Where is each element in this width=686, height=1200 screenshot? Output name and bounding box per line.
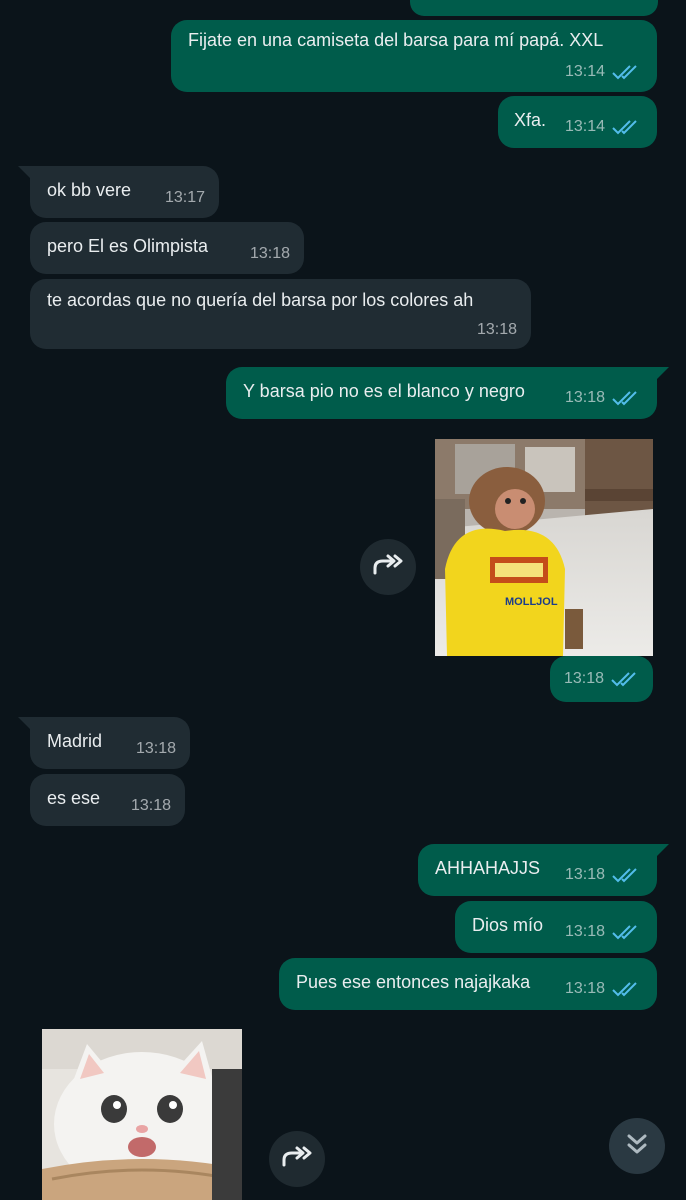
message-time: 13:18 — [563, 670, 604, 687]
message-outgoing[interactable]: Pues ese entonces najajkaka 13:18 — [279, 958, 657, 1010]
message-time: 13:18 — [130, 797, 171, 814]
message-outgoing[interactable]: Fijate en una camiseta del barsa para mí… — [171, 20, 657, 92]
message-text: te acordas que no quería del barsa por l… — [47, 290, 474, 310]
bubble-tail — [655, 844, 669, 858]
message-outgoing[interactable]: Y barsa pio no es el blanco y negro 13:1… — [226, 367, 657, 419]
message-time: 13:18 — [564, 389, 605, 406]
message-time: 13:18 — [249, 245, 290, 262]
message-text: pero El es Olimpista — [47, 236, 209, 256]
message-time: 13:14 — [564, 118, 605, 135]
message-outgoing[interactable]: Dios mío 13:18 — [455, 901, 657, 953]
message-text: ok bb vere — [47, 180, 132, 200]
message-time: 13:14 — [564, 63, 605, 80]
message-time: 13:18 — [564, 866, 605, 883]
forward-button[interactable] — [360, 539, 416, 595]
message-meta: 13:18 — [565, 864, 641, 886]
message-incoming[interactable]: pero El es Olimpista 13:18 — [30, 222, 304, 274]
message-meta: 13:18 — [565, 921, 641, 943]
double-check-icon — [611, 980, 641, 998]
media-meta-bubble[interactable]: 13:18 — [550, 656, 653, 702]
forward-icon — [280, 1145, 314, 1174]
message-text: es ese — [47, 788, 101, 808]
message-outgoing[interactable]: AHHAHAJJS 13:18 — [418, 844, 657, 896]
double-check-icon — [611, 63, 641, 81]
sticker-image-monkey[interactable]: MOLLJOL — [435, 439, 653, 656]
message-text: AHHAHAJJS — [435, 858, 541, 878]
message-incoming[interactable]: ok bb vere 13:17 — [30, 166, 219, 218]
message-text: Pues ese entonces najajkaka — [296, 972, 531, 992]
message-text: Xfa. — [514, 110, 547, 130]
message-text: Madrid — [47, 731, 103, 751]
message-incoming[interactable]: es ese 13:18 — [30, 774, 185, 826]
message-incoming[interactable]: te acordas que no quería del barsa por l… — [30, 279, 531, 349]
svg-text:MOLLJOL: MOLLJOL — [505, 596, 558, 608]
message-incoming[interactable]: Madrid 13:18 — [30, 717, 190, 769]
double-check-icon — [611, 866, 641, 884]
double-check-icon — [610, 670, 640, 688]
forward-button[interactable] — [269, 1131, 325, 1187]
forward-icon — [371, 553, 405, 582]
message-outgoing[interactable]: Xfa. 13:14 — [498, 96, 657, 148]
message-time: 13:18 — [564, 923, 605, 940]
double-check-icon — [611, 923, 641, 941]
message-time: 13:17 — [164, 189, 205, 206]
message-text: Y barsa pio no es el blanco y negro — [243, 381, 525, 401]
double-check-icon — [611, 118, 641, 136]
message-meta: 13:18 — [565, 387, 641, 409]
message-text: Fijate en una camiseta del barsa para mí… — [188, 30, 604, 50]
scroll-to-bottom-button[interactable] — [609, 1118, 665, 1174]
message-time: 13:18 — [476, 321, 517, 338]
sticker-image-cat[interactable] — [42, 1029, 242, 1200]
message-partial-top[interactable] — [410, 0, 658, 16]
double-check-icon — [611, 389, 641, 407]
message-text: Dios mío — [472, 915, 544, 935]
message-meta: 13:14 — [565, 116, 641, 138]
message-time: 13:18 — [135, 740, 176, 757]
chevron-double-down-icon — [624, 1131, 650, 1162]
message-meta: 13:18 — [565, 978, 641, 1000]
bubble-tail — [655, 367, 669, 381]
message-meta: 13:18 — [564, 668, 640, 690]
message-time: 13:18 — [564, 980, 605, 997]
message-meta: 13:14 — [565, 61, 641, 83]
